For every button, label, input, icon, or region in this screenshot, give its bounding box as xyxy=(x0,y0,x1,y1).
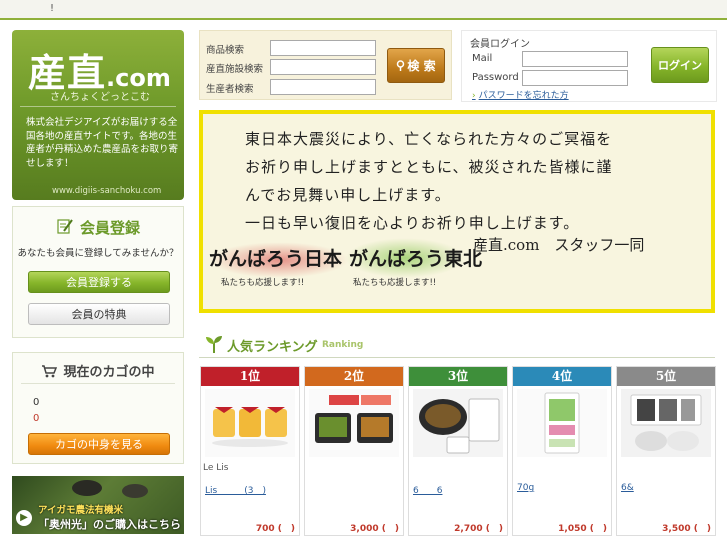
rank-badge: 3位 xyxy=(409,367,507,386)
logo-url: www.digiis-sanchoku.com xyxy=(52,186,162,196)
top-bar: ! xyxy=(0,0,727,20)
ranking-title: 人気ランキング xyxy=(227,340,318,355)
forgot-password-link[interactable]: › パスワードを忘れた方 xyxy=(472,88,569,101)
member-title: 会員登録 xyxy=(13,217,183,239)
facility-search-label: 産直施設検索 xyxy=(206,64,264,75)
cart-panel: 現在のカゴの中 0 0 カゴの中身を見る xyxy=(12,352,184,464)
member-registration-panel: 会員登録 あなたも会員に登録してみませんか？ 会員登録する 会員の特典 xyxy=(12,206,184,338)
product-search-input[interactable] xyxy=(270,40,376,56)
product-brand: Le Lis xyxy=(203,463,229,473)
product-name-link[interactable]: 6 6 xyxy=(413,483,503,496)
member-title-text: 会員登録 xyxy=(79,219,140,237)
search-button[interactable]: 検 索 xyxy=(387,48,445,83)
product-image-dish[interactable] xyxy=(413,389,503,457)
product-price: 3,000 ( ) xyxy=(350,524,399,534)
duck-shape xyxy=(122,484,148,498)
product-search-label: 商品検索 xyxy=(206,45,245,56)
arrow-right-icon: ▶ xyxy=(16,510,32,526)
rank-badge: 5位 xyxy=(617,367,715,386)
ranking-card-5[interactable]: 5位 6& 3,500 ( ) xyxy=(616,366,716,536)
producer-search-label: 生産者検索 xyxy=(206,84,254,95)
search-pin-icon xyxy=(396,50,405,84)
mail-input[interactable] xyxy=(522,51,628,67)
search-panel: 商品検索 産直施設検索 生産者検索 検 索 xyxy=(199,30,452,100)
forgot-password-text: パスワードを忘れた方 xyxy=(478,91,569,101)
site-logo[interactable]: 産直.com さんちょくどっとこむ 株式会社デジアイズがお届けする全国各地の産直… xyxy=(12,30,184,200)
staff-signature: 産直.com スタッフ一同 xyxy=(473,236,645,254)
rank-badge: 4位 xyxy=(513,367,611,386)
support-text: 私たちも応援します!! xyxy=(353,278,437,288)
product-image-jelly[interactable] xyxy=(205,389,295,457)
password-input[interactable] xyxy=(522,70,628,86)
banner-line: 東日本大震災により、亡くなられた方々のご冥福を xyxy=(245,130,613,148)
product-price: 700 ( ) xyxy=(255,524,295,534)
logo-reading: さんちょくどっとこむ xyxy=(50,92,150,103)
promo-line-2: 「奥州光」のご購入はこちら xyxy=(38,518,181,531)
member-benefits-button[interactable]: 会員の特典 xyxy=(28,303,170,325)
mail-label: Mail xyxy=(472,53,493,64)
shopping-cart-icon xyxy=(41,364,58,382)
product-image-boxed-meals[interactable] xyxy=(309,389,399,457)
banner-line: 一日も早い復旧を心よりお祈り申し上げます。 xyxy=(245,214,580,232)
support-text: 私たちも応援します!! xyxy=(221,278,305,288)
banner-line: んでお見舞い申し上げます。 xyxy=(245,186,451,204)
top-bar-mark: ! xyxy=(50,3,55,14)
cart-divider xyxy=(21,383,175,384)
ranking-title-en: Ranking xyxy=(322,340,364,350)
organic-rice-promo-banner[interactable]: ▶ アイガモ農法有機米 「奥州光」のご購入はこちら xyxy=(12,476,184,534)
view-cart-button[interactable]: カゴの中身を見る xyxy=(28,433,170,455)
product-price: 1,050 ( ) xyxy=(558,524,607,534)
cart-title-text: 現在のカゴの中 xyxy=(63,365,155,380)
rank-badge: 2位 xyxy=(305,367,403,386)
product-image-assortment[interactable] xyxy=(621,389,711,457)
product-name-link[interactable]: Lis (3 ) xyxy=(205,483,295,496)
cart-items-count: 0 xyxy=(33,397,40,408)
product-name-link[interactable]: 70g xyxy=(517,483,607,493)
chevron-right-icon: › xyxy=(472,91,476,101)
cart-total: 0 xyxy=(33,413,40,424)
cart-title: 現在のカゴの中 xyxy=(13,361,183,382)
search-button-label: 検 索 xyxy=(407,59,436,73)
ranking-card-4[interactable]: 4位 70g 1,050 ( ) xyxy=(512,366,612,536)
login-title: 会員ログイン xyxy=(470,39,530,50)
member-subtitle: あなたも会員に登録してみませんか？ xyxy=(17,248,179,259)
ranking-card-2[interactable]: 2位 3,000 ( ) xyxy=(304,366,404,536)
login-button[interactable]: ログイン xyxy=(651,47,709,83)
product-image-tea-pack[interactable] xyxy=(517,389,607,457)
pen-note-icon xyxy=(56,217,74,239)
ranking-header: 人気ランキング Ranking xyxy=(199,330,715,358)
banner-line: お祈り申し上げますとともに、被災された皆様に謹 xyxy=(245,158,613,176)
logo-description: 株式会社デジアイズがお届けする全国各地の産直サイトです。各地の生産者が丹精込めた… xyxy=(26,117,179,169)
product-name-link[interactable]: 6& xyxy=(621,483,711,493)
rank-badge: 1位 xyxy=(201,367,299,386)
duck-shape xyxy=(72,480,102,496)
promo-line-1: アイガモ農法有機米 xyxy=(38,505,124,516)
ranking-card-1[interactable]: 1位 Le Lis Lis (3 ) 700 ( ) xyxy=(200,366,300,536)
ranking-card-3[interactable]: 3位 6 6 2,700 ( ) xyxy=(408,366,508,536)
ganbaro-japan-text: がんばろう日本 xyxy=(209,248,343,270)
login-panel: 会員ログイン Mail Password ログイン › パスワードを忘れた方 xyxy=(461,30,717,102)
password-label: Password xyxy=(472,72,519,83)
member-register-button[interactable]: 会員登録する xyxy=(28,271,170,293)
facility-search-input[interactable] xyxy=(270,59,376,75)
sprout-icon xyxy=(203,334,225,357)
earthquake-condolence-banner: 東日本大震災により、亡くなられた方々のご冥福を お祈り申し上げますとともに、被災… xyxy=(199,110,715,313)
product-price: 3,500 ( ) xyxy=(662,524,711,534)
producer-search-input[interactable] xyxy=(270,79,376,95)
logo-divider xyxy=(20,106,176,107)
ganbaro-tohoku-text: がんばろう東北 xyxy=(349,248,483,270)
product-price: 2,700 ( ) xyxy=(454,524,503,534)
